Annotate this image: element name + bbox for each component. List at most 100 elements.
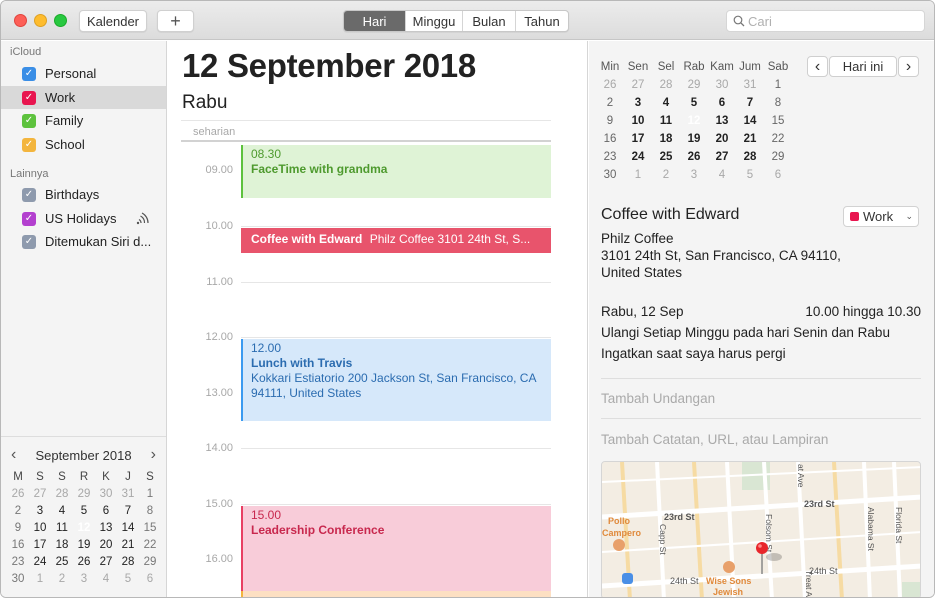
checkbox-icon[interactable]: ✓ (22, 66, 36, 81)
day-cell[interactable]: 5 (73, 503, 95, 520)
day-cell[interactable]: 6 (764, 166, 792, 184)
day-cell[interactable]: 2 (652, 166, 680, 184)
tab-month[interactable]: Bulan (463, 11, 516, 31)
event-location-name[interactable]: Philz Coffee (601, 230, 674, 247)
day-cell[interactable]: 2 (7, 503, 29, 520)
zoom-window-button[interactable] (54, 14, 67, 27)
search-field[interactable] (726, 10, 925, 32)
calendar-item-us-holidays[interactable]: ✓ US Holidays (1, 207, 166, 230)
day-cell[interactable]: 30 (596, 166, 624, 184)
calendar-item-birthdays[interactable]: ✓ Birthdays (1, 183, 166, 206)
day-cell[interactable]: 28 (736, 148, 764, 166)
next-day-button[interactable]: › (898, 56, 919, 77)
all-day-row[interactable]: seharian (181, 120, 551, 142)
day-cell[interactable]: 20 (95, 537, 117, 554)
event-date[interactable]: Rabu, 12 Sep (601, 303, 684, 320)
day-cell[interactable]: 2 (51, 571, 73, 588)
calendar-item-family[interactable]: ✓ Family (1, 109, 166, 132)
day-cell[interactable]: 29 (73, 486, 95, 503)
event-coffee-edward[interactable]: Coffee with Edward Philz Coffee 3101 24t… (241, 228, 551, 253)
prev-day-button[interactable]: ‹ (807, 56, 828, 77)
day-cell[interactable]: 19 (680, 130, 708, 148)
day-cell[interactable]: 31 (117, 486, 139, 503)
day-cell[interactable]: 3 (29, 503, 51, 520)
event-facetime-grandma[interactable]: 08.30 FaceTime with grandma (241, 145, 551, 198)
calendar-popup[interactable]: Work ⌄ (843, 206, 919, 227)
day-cell-today[interactable]: 12 (73, 519, 95, 537)
day-cell[interactable]: 1 (139, 486, 161, 503)
day-cell[interactable]: 8 (139, 503, 161, 520)
day-cell[interactable]: 7 (736, 94, 764, 112)
next-month-icon[interactable]: › (151, 446, 156, 464)
day-cell[interactable]: 13 (95, 520, 117, 537)
day-cell[interactable]: 28 (652, 76, 680, 94)
day-cell[interactable]: 4 (51, 503, 73, 520)
day-cell[interactable]: 29 (139, 554, 161, 571)
day-cell[interactable]: 27 (624, 76, 652, 94)
day-cell[interactable]: 14 (736, 112, 764, 130)
day-cell[interactable]: 30 (95, 486, 117, 503)
day-cell[interactable]: 27 (95, 554, 117, 571)
event-address-line2[interactable]: United States (601, 264, 682, 281)
checkbox-icon[interactable]: ✓ (22, 187, 36, 202)
day-cell[interactable]: 1 (624, 166, 652, 184)
calendar-item-school[interactable]: ✓ School (1, 133, 166, 156)
day-cell[interactable]: 24 (29, 554, 51, 571)
day-cell[interactable]: 14 (117, 520, 139, 537)
day-cell[interactable]: 26 (680, 148, 708, 166)
day-cell[interactable]: 26 (73, 554, 95, 571)
day-cell[interactable]: 25 (51, 554, 73, 571)
day-cell[interactable]: 2 (596, 94, 624, 112)
day-cell[interactable]: 17 (29, 537, 51, 554)
day-cell[interactable]: 6 (708, 94, 736, 112)
event-leadership-conference[interactable]: 15.00 Leadership Conference (241, 506, 551, 591)
tab-week[interactable]: Minggu (406, 11, 463, 31)
location-map[interactable]: 23rd St 23rd St 24th St 24th St Capp St … (601, 461, 921, 597)
day-cell[interactable]: 4 (652, 94, 680, 112)
day-cell[interactable]: 7 (117, 503, 139, 520)
day-cell[interactable]: 22 (139, 537, 161, 554)
day-cell[interactable]: 3 (73, 571, 95, 588)
prev-month-icon[interactable]: ‹ (11, 446, 16, 464)
day-cell[interactable]: 5 (117, 571, 139, 588)
add-event-button[interactable]: + (157, 10, 194, 32)
checkbox-icon[interactable]: ✓ (22, 211, 36, 226)
day-cell[interactable]: 26 (7, 486, 29, 503)
day-cell[interactable]: 4 (95, 571, 117, 588)
event-detail-title[interactable]: Coffee with Edward (601, 206, 739, 224)
day-cell[interactable]: 18 (51, 537, 73, 554)
day-cell[interactable]: 25 (652, 148, 680, 166)
event-lunch-travis[interactable]: 12.00 Lunch with Travis Kokkari Estiator… (241, 339, 551, 421)
day-cell[interactable]: 3 (624, 94, 652, 112)
tab-day[interactable]: Hari (344, 11, 406, 31)
day-cell[interactable]: 9 (596, 112, 624, 130)
day-cell[interactable]: 11 (652, 112, 680, 130)
checkbox-icon[interactable]: ✓ (22, 137, 36, 152)
day-cell[interactable]: 11 (51, 520, 73, 537)
day-cell[interactable]: 16 (7, 537, 29, 554)
day-cell[interactable]: 28 (51, 486, 73, 503)
event-time-range[interactable]: 10.00 hingga 10.30 (805, 303, 921, 320)
event-alert[interactable]: Ingatkan saat saya harus pergi (601, 345, 786, 362)
search-input[interactable] (748, 13, 918, 29)
day-cell[interactable]: 4 (708, 166, 736, 184)
today-button[interactable]: Hari ini (829, 56, 897, 77)
day-cell[interactable]: 30 (708, 76, 736, 94)
day-cell[interactable]: 27 (29, 486, 51, 503)
day-cell[interactable]: 21 (736, 130, 764, 148)
day-cell[interactable]: 29 (764, 148, 792, 166)
calendar-item-work[interactable]: ✓ Work (1, 86, 166, 109)
checkbox-icon[interactable]: ✓ (22, 90, 36, 105)
add-notes-field[interactable]: Tambah Catatan, URL, atau Lampiran (601, 432, 828, 447)
event-address-line1[interactable]: 3101 24th St, San Francisco, CA 94110, (601, 247, 841, 264)
day-cell[interactable]: 13 (708, 112, 736, 130)
add-invitees-field[interactable]: Tambah Undangan (601, 391, 715, 406)
day-cell[interactable]: 9 (7, 520, 29, 537)
minimize-window-button[interactable] (34, 14, 47, 27)
day-cell[interactable]: 31 (736, 76, 764, 94)
tab-year[interactable]: Tahun (516, 11, 568, 31)
day-cell[interactable]: 1 (29, 571, 51, 588)
day-cell[interactable]: 10 (29, 520, 51, 537)
calendar-item-siri-found[interactable]: ✓ Ditemukan Siri d... (1, 230, 166, 253)
day-cell[interactable]: 21 (117, 537, 139, 554)
